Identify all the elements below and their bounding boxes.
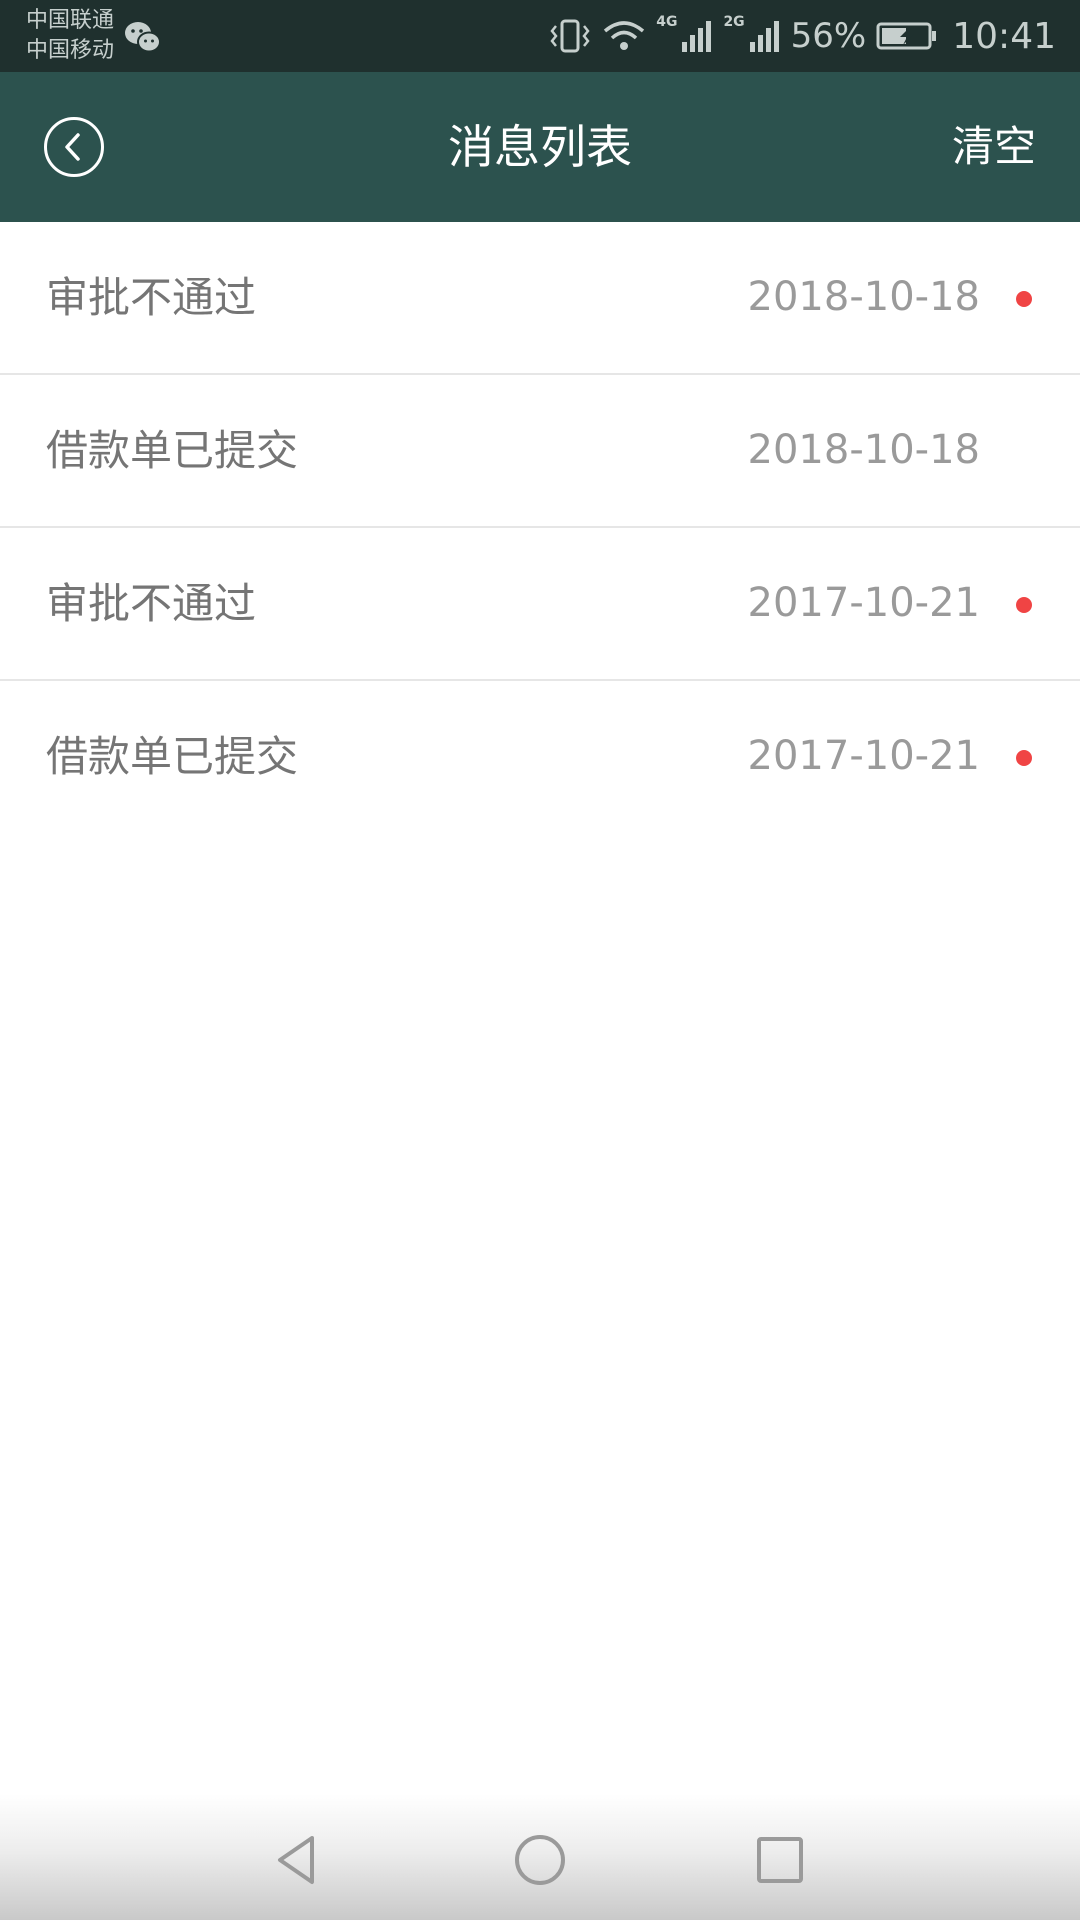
triangle-back-icon[interactable]: [270, 1832, 326, 1888]
message-title: 审批不通过: [46, 273, 257, 322]
square-recents-icon[interactable]: [752, 1832, 808, 1888]
clock: 10:41: [952, 15, 1056, 57]
message-row[interactable]: 借款单已提交 2018-10-18: [0, 375, 1080, 528]
wechat-icon: [125, 22, 161, 53]
message-date: 2018-10-18: [747, 274, 980, 320]
wifi-icon: [604, 21, 645, 50]
message-date: 2017-10-21: [747, 733, 980, 779]
carrier-1: 中国联通: [26, 8, 115, 33]
message-title: 审批不通过: [46, 579, 257, 628]
network-type-1: 4G: [656, 14, 678, 30]
clear-button[interactable]: 清空: [952, 72, 1036, 222]
status-icons: 4G 2G 56% 10:41: [548, 0, 1056, 72]
navigation-bar: [0, 1794, 1080, 1920]
message-list: 审批不通过 2018-10-18 借款单已提交 2018-10-18 审批不通过…: [0, 222, 1080, 834]
status-bar: 中国联通 中国移动 4G 2G 56% 10:41: [0, 0, 1080, 72]
unread-dot: [1016, 750, 1032, 766]
message-title: 借款单已提交: [46, 426, 299, 475]
vibrate-icon: [550, 19, 590, 53]
unread-dot: [1016, 291, 1032, 307]
title-bar: 消息列表 清空: [0, 72, 1080, 222]
message-date: 2017-10-21: [747, 580, 980, 626]
message-row[interactable]: 审批不通过 2017-10-21: [0, 528, 1080, 681]
signal-icon: [749, 21, 779, 52]
unread-dot: [1016, 597, 1032, 613]
carrier-2: 中国移动: [26, 38, 115, 63]
message-date: 2018-10-18: [747, 427, 980, 473]
carrier-names: 中国联通 中国移动: [26, 6, 114, 66]
circle-home-icon[interactable]: [512, 1832, 568, 1888]
page-title: 消息列表: [448, 120, 632, 174]
message-row[interactable]: 借款单已提交 2017-10-21: [0, 681, 1080, 834]
message-row[interactable]: 审批不通过 2018-10-18: [0, 222, 1080, 375]
battery-percentage: 56%: [790, 16, 867, 56]
battery-charging-icon: [876, 22, 937, 50]
signal-icon: [682, 21, 712, 52]
network-type-2: 2G: [723, 14, 745, 30]
message-title: 借款单已提交: [46, 732, 299, 781]
